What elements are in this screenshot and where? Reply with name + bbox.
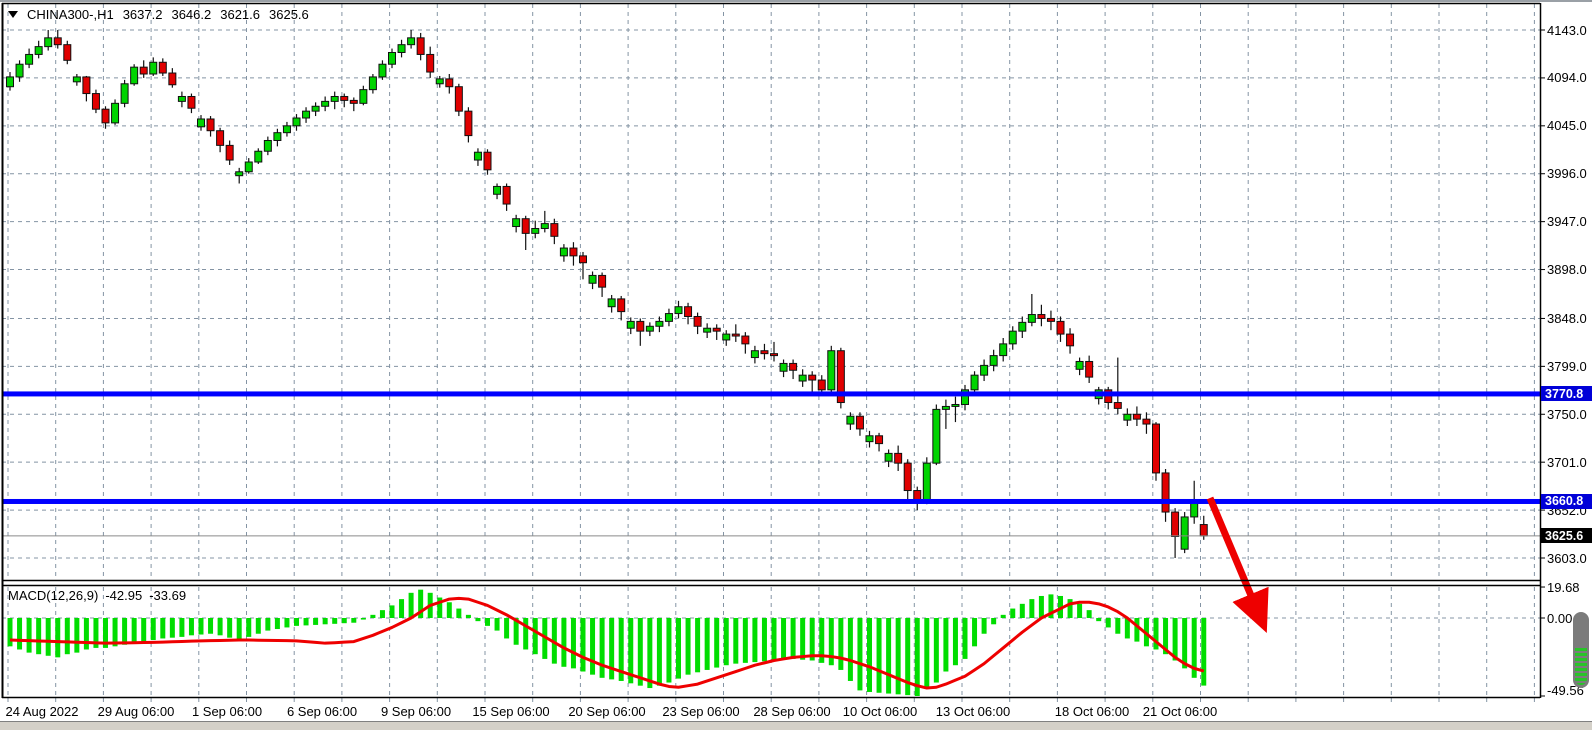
chart-window: CHINA300-,H1 3637.2 3646.2 3621.6 3625.6…: [0, 0, 1592, 730]
time-axis-label[interactable]: 21 Oct 06:00: [1143, 704, 1217, 719]
price-axis-label: 4045.0: [1547, 118, 1587, 133]
macd-axis-label: 0.00: [1547, 611, 1572, 626]
price-axis-label: 3898.0: [1547, 262, 1587, 277]
time-axis-label[interactable]: 13 Oct 06:00: [936, 704, 1010, 719]
chart-scrollbar-thumb[interactable]: [1573, 612, 1589, 688]
ohlc-close: 3625.6: [269, 7, 309, 22]
time-axis-label[interactable]: 10 Oct 06:00: [843, 704, 917, 719]
price-axis-label: 3750.0: [1547, 407, 1587, 422]
macd-main-value: -42.95: [105, 588, 142, 603]
price-axis-label: 3947.0: [1547, 214, 1587, 229]
scrollbar-stripes: [1575, 648, 1587, 685]
ohlc-open: 3637.2: [123, 7, 163, 22]
macd-plot: [8, 590, 1207, 696]
price-axis-label: 3848.0: [1547, 311, 1587, 326]
time-axis-label[interactable]: 9 Sep 06:00: [381, 704, 451, 719]
candles: [7, 30, 1208, 558]
time-axis-label[interactable]: 29 Aug 06:00: [98, 704, 175, 719]
time-axis-label[interactable]: 24 Aug 2022: [5, 704, 78, 719]
hline-price-tag: 3770.8: [1541, 386, 1592, 401]
price-axis-label: 3603.0: [1547, 551, 1587, 566]
horizontal-level-line[interactable]: [2, 499, 1540, 504]
macd-signal-value: -33.69: [149, 588, 186, 603]
time-axis-label[interactable]: 6 Sep 06:00: [287, 704, 357, 719]
ohlc-low: 3621.6: [220, 7, 260, 22]
trend-arrow[interactable]: [1210, 498, 1263, 624]
time-axis-label[interactable]: 18 Oct 06:00: [1055, 704, 1129, 719]
time-axis-label[interactable]: 20 Sep 06:00: [568, 704, 645, 719]
price-axis-label: 3701.0: [1547, 455, 1587, 470]
price-axis-label: 3996.0: [1547, 166, 1587, 181]
chart-canvas[interactable]: [0, 0, 1592, 730]
macd-name: MACD(12,26,9): [8, 588, 98, 603]
price-axis-label: 3799.0: [1547, 359, 1587, 374]
price-axis-label: 4094.0: [1547, 70, 1587, 85]
current-price-tag: 3625.6: [1541, 528, 1592, 543]
time-axis-label[interactable]: 1 Sep 06:00: [192, 704, 262, 719]
symbol-name: CHINA300-,H1: [27, 7, 114, 22]
window-bottom-edge: [0, 721, 1592, 730]
horizontal-level-line[interactable]: [2, 391, 1540, 396]
hline-price-tag: 3660.8: [1541, 494, 1592, 509]
ohlc-high: 3646.2: [171, 7, 211, 22]
macd-indicator-label: MACD(12,26,9) -42.95 -33.69: [8, 588, 186, 603]
time-axis-label[interactable]: 15 Sep 06:00: [472, 704, 549, 719]
symbol-dropdown-icon[interactable]: [8, 11, 18, 18]
macd-axis-label: 19.68: [1547, 580, 1580, 595]
chart-header: CHINA300-,H1 3637.2 3646.2 3621.6 3625.6: [8, 7, 309, 22]
price-axis-label: 4143.0: [1547, 23, 1587, 38]
time-axis-label[interactable]: 23 Sep 06:00: [662, 704, 739, 719]
time-axis-label[interactable]: 28 Sep 06:00: [753, 704, 830, 719]
